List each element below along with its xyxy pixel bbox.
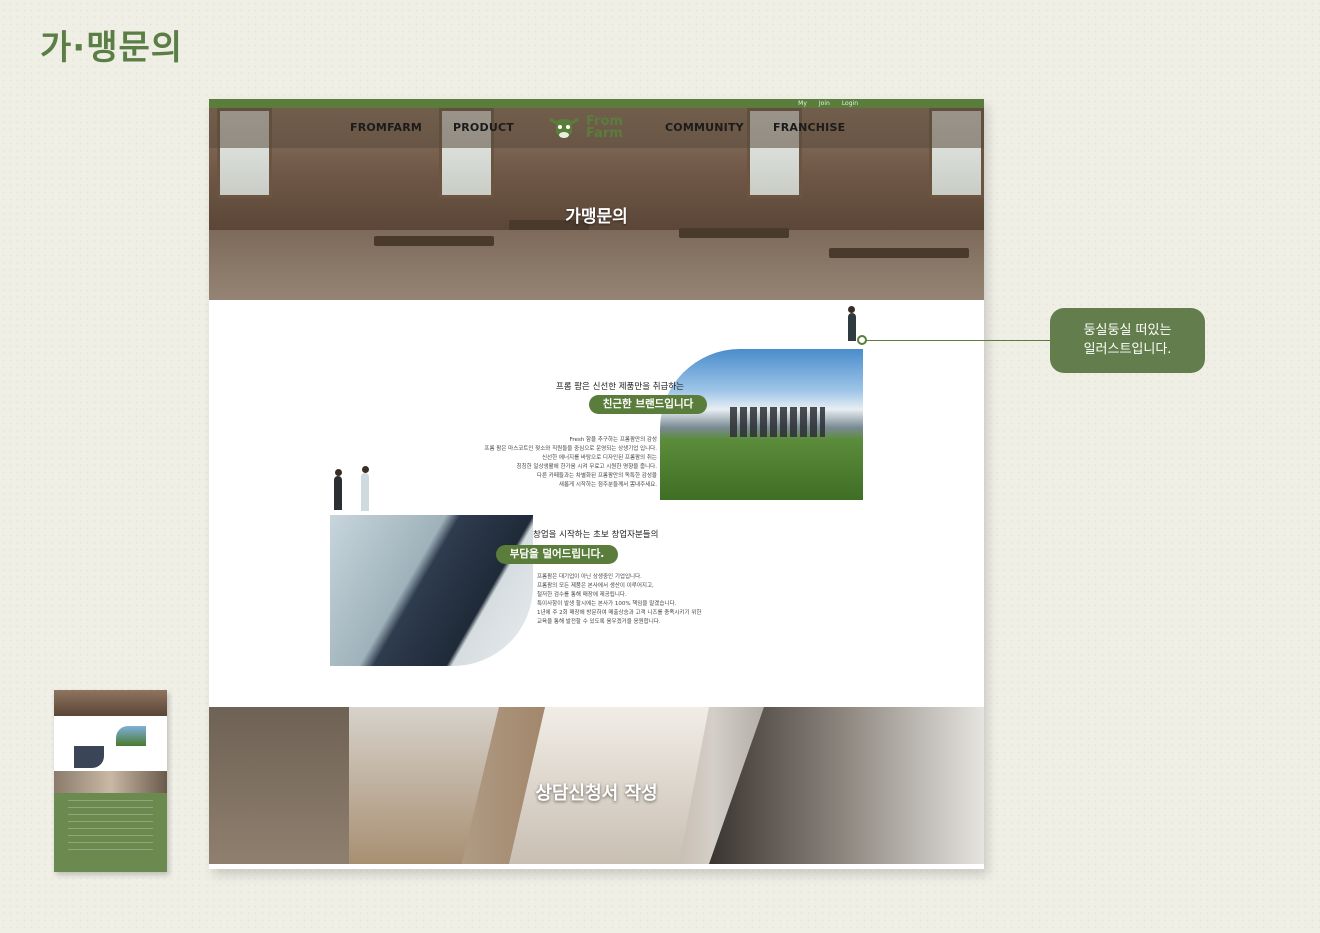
section1-highlight: 친근한 브랜드입니다 [589, 395, 707, 414]
cow-icon [549, 117, 579, 138]
section2-paragraph: 프롬팜은 대기업이 아닌 상생중인 기업입니다. 프롬팜의 모든 제품은 본사에… [537, 574, 702, 625]
consult-title: 상담신청서 작성 [535, 783, 658, 804]
section1-lead: 프롬 팜은 신선한 제품만을 취급하는 [555, 382, 684, 392]
nav-franchise[interactable]: FRANCHISE [773, 121, 845, 134]
full-page-thumbnail [54, 690, 167, 872]
hero-title: 가맹문의 [565, 207, 628, 227]
section2-lead: 창업을 시작하는 초보 창업자분들의 [533, 530, 659, 540]
callout-leader-line [866, 340, 1050, 341]
section1-paragraph: Fresh 함을 추구하는 프롬팜만의 감성 프롬 팜은 마스코트인 젖소와 직… [484, 437, 657, 488]
business-meeting-image [330, 515, 533, 666]
logo-line2: Farm [586, 126, 623, 141]
page-heading: 가·맹문의 [40, 28, 184, 68]
top-links: My Join Login [798, 99, 858, 108]
callout-line2: 일러스트입니다. [1083, 342, 1172, 357]
website-mockup: My Join Login FROMFARM PRODUCT From Farm … [209, 99, 984, 869]
join-link[interactable]: Join [819, 99, 830, 108]
annotation-callout: 둥실둥실 떠있는 일러스트입니다. [1050, 308, 1205, 373]
nav-product[interactable]: PRODUCT [453, 121, 514, 134]
section2-highlight: 부담을 덜어드립니다. [496, 545, 618, 564]
nav-fromfarm[interactable]: FROMFARM [350, 121, 422, 134]
login-link[interactable]: Login [842, 99, 858, 108]
callout-line1: 둥실둥실 떠있는 [1083, 323, 1172, 338]
callout-leader-dot [857, 335, 867, 345]
team-field-image [660, 349, 863, 500]
my-link[interactable]: My [798, 99, 807, 108]
nav-community[interactable]: COMMUNITY [665, 121, 744, 134]
consult-banner[interactable]: 상담신청서 작성 [209, 707, 984, 864]
top-bar [209, 99, 984, 108]
fromfarm-logo[interactable]: From Farm [546, 110, 636, 146]
